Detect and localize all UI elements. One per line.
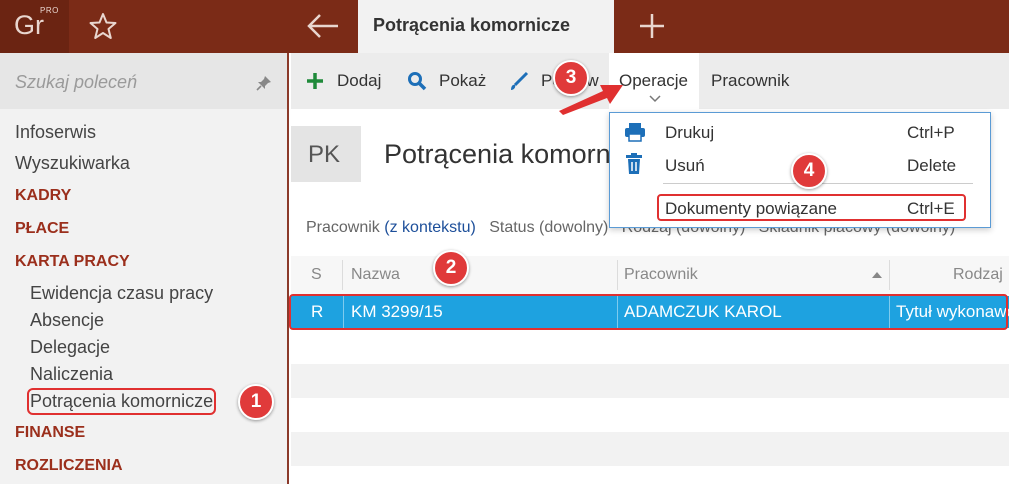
- sidebar-item-infoserwis[interactable]: Infoserwis: [15, 122, 96, 143]
- column-divider[interactable]: [617, 260, 618, 290]
- tab-label: Potrącenia komornicze: [373, 15, 571, 35]
- column-divider[interactable]: [342, 260, 343, 290]
- row-highlight-outline: [289, 294, 1008, 330]
- shortcut-print: Ctrl+P: [907, 123, 955, 142]
- brush-icon: [511, 71, 529, 90]
- add-plus-icon: [307, 73, 323, 89]
- column-header-rodzaj[interactable]: Rodzaj: [953, 266, 1003, 284]
- module-badge-text: PK: [308, 141, 341, 168]
- favorite-star-icon[interactable]: [88, 12, 118, 40]
- back-arrow-icon[interactable]: [306, 12, 340, 40]
- employee-menu-button[interactable]: Pracownik: [711, 71, 789, 91]
- printer-icon: [625, 123, 645, 142]
- sidebar-item-absencje[interactable]: Absencje: [30, 310, 104, 331]
- column-header-nazwa[interactable]: Nazwa: [351, 266, 400, 284]
- filter-employee-value[interactable]: (z kontekstu): [384, 219, 476, 236]
- trash-icon: [626, 153, 642, 174]
- toolbar: Dodaj Pokaż Popraw Operacje Pracownik: [291, 53, 1009, 109]
- tab-potracenia-komornicze[interactable]: Potrącenia komornicze: [358, 0, 614, 53]
- sidebar-category-finanse[interactable]: FINANSE: [15, 424, 85, 442]
- sidebar-item-wyszukiwarka[interactable]: Wyszukiwarka: [15, 153, 130, 174]
- sort-ascending-icon: [872, 272, 882, 278]
- sidebar-category-kadry[interactable]: KADRY: [15, 187, 71, 205]
- module-badge: PK: [291, 126, 361, 182]
- show-button[interactable]: Pokaż: [439, 71, 486, 91]
- app-logo[interactable]: Gr PRO: [0, 0, 69, 53]
- new-tab-plus-icon[interactable]: [637, 11, 667, 41]
- menu-item-print[interactable]: Drukuj: [665, 123, 714, 143]
- operations-label: Operacje: [619, 71, 688, 90]
- column-header-s[interactable]: S: [311, 266, 322, 284]
- filter-status[interactable]: Status (dowolny): [489, 219, 608, 236]
- pin-icon[interactable]: [256, 75, 272, 91]
- chevron-down-icon: [649, 95, 661, 103]
- empty-row-stripe: [291, 432, 1009, 466]
- filter-employee-label: Pracownik: [306, 219, 380, 236]
- shortcut-delete: Delete: [907, 156, 957, 175]
- grid-header: S Nazwa Pracownik Rodzaj: [291, 256, 1009, 294]
- column-header-pracownik[interactable]: Pracownik: [624, 266, 698, 284]
- step-badge-1: 1: [238, 384, 274, 420]
- step-badge-4: 4: [791, 153, 827, 189]
- logo-badge: PRO: [40, 6, 59, 15]
- sidebar-item-delegacje[interactable]: Delegacje: [30, 337, 110, 358]
- sidebar-item-ewidencja[interactable]: Ewidencja czasu pracy: [30, 283, 213, 304]
- sidebar-category-rozliczenia[interactable]: ROZLICZENIA: [15, 457, 123, 475]
- title-bar: Gr PRO Potrącenia komornicze: [0, 0, 1009, 53]
- add-button[interactable]: Dodaj: [337, 71, 381, 91]
- step-badge-3: 3: [553, 60, 589, 96]
- command-search[interactable]: Szukaj poleceń: [0, 53, 287, 109]
- column-divider[interactable]: [889, 260, 890, 290]
- menu-item-delete[interactable]: Usuń: [665, 156, 705, 176]
- magnifier-icon: [408, 72, 427, 91]
- search-placeholder: Szukaj poleceń: [15, 72, 138, 92]
- step-badge-2: 2: [433, 250, 469, 286]
- sidebar-item-potracenia[interactable]: Potrącenia komornicze: [26, 388, 217, 415]
- sidebar-item-naliczenia[interactable]: Naliczenia: [30, 364, 113, 385]
- sidebar-category-place[interactable]: PŁACE: [15, 220, 69, 238]
- menu-item-highlight-outline: [657, 194, 966, 221]
- sidebar-category-karta-pracy[interactable]: KARTA PRACY: [15, 253, 130, 271]
- empty-row-stripe: [291, 364, 1009, 398]
